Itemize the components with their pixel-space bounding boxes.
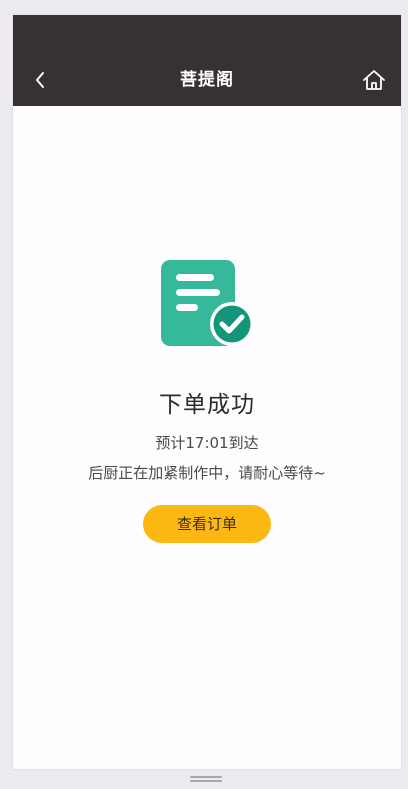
home-indicator[interactable] — [190, 776, 222, 782]
estimated-arrival-text: 预计17:01到达 — [155, 434, 259, 452]
phone-screen: 菩提阁 下单成功 预计17:01到达 后厨正在加紧制作中，请耐心等待~ 查看订单 — [13, 15, 401, 769]
chevron-left-icon — [36, 72, 44, 88]
top-nav-bar: 菩提阁 — [13, 55, 401, 106]
home-indicator-line — [190, 780, 222, 782]
home-icon — [363, 70, 385, 90]
home-indicator-line — [190, 776, 222, 778]
status-bar — [13, 15, 401, 55]
order-success-title: 下单成功 — [159, 392, 255, 418]
page-title: 菩提阁 — [180, 70, 234, 90]
view-order-button[interactable]: 查看订单 — [143, 505, 271, 543]
back-button[interactable] — [29, 68, 53, 92]
order-success-icon — [159, 258, 255, 350]
home-button[interactable] — [361, 67, 387, 93]
kitchen-note-text: 后厨正在加紧制作中，请耐心等待~ — [88, 464, 326, 482]
